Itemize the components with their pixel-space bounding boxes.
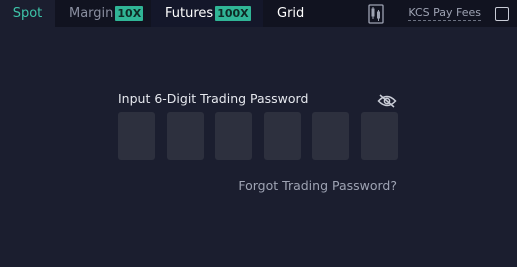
forgot-password-link[interactable]: Forgot Trading Password? [238, 178, 397, 193]
toolbar-right: KCS Pay Fees [368, 0, 517, 27]
password-digit-2[interactable] [166, 112, 204, 160]
tab-futures-label: Futures [165, 6, 214, 21]
futures-leverage-badge: 100X [215, 6, 251, 21]
tab-bar: Spot Margin 10X Futures 100X Grid KCS Pa… [0, 0, 517, 27]
kcs-pay-fees-checkbox[interactable] [495, 6, 509, 21]
tab-grid-label: Grid [277, 6, 305, 21]
trade-panel: Spot Margin 10X Futures 100X Grid KCS Pa… [0, 0, 517, 267]
tab-grid[interactable]: Grid [263, 0, 316, 27]
tab-spot-label: Spot [12, 6, 43, 21]
password-digit-4[interactable] [263, 112, 301, 160]
tab-futures[interactable]: Futures 100X [151, 0, 263, 27]
password-digit-5[interactable] [312, 112, 350, 160]
password-digit-1[interactable] [118, 112, 155, 160]
password-title: Input 6-Digit Trading Password [118, 91, 309, 106]
margin-leverage-badge: 10X [115, 6, 144, 21]
password-digit-6[interactable] [360, 112, 398, 160]
password-digit-3[interactable] [215, 112, 253, 160]
calculator-icon[interactable] [368, 3, 384, 24]
eye-hidden-icon[interactable] [377, 93, 397, 108]
password-digit-inputs [118, 112, 398, 160]
tab-margin[interactable]: Margin 10X [55, 0, 151, 27]
tab-spot[interactable]: Spot [0, 0, 55, 27]
tab-margin-label: Margin [69, 6, 114, 21]
kcs-pay-fees-label[interactable]: KCS Pay Fees [408, 6, 481, 21]
